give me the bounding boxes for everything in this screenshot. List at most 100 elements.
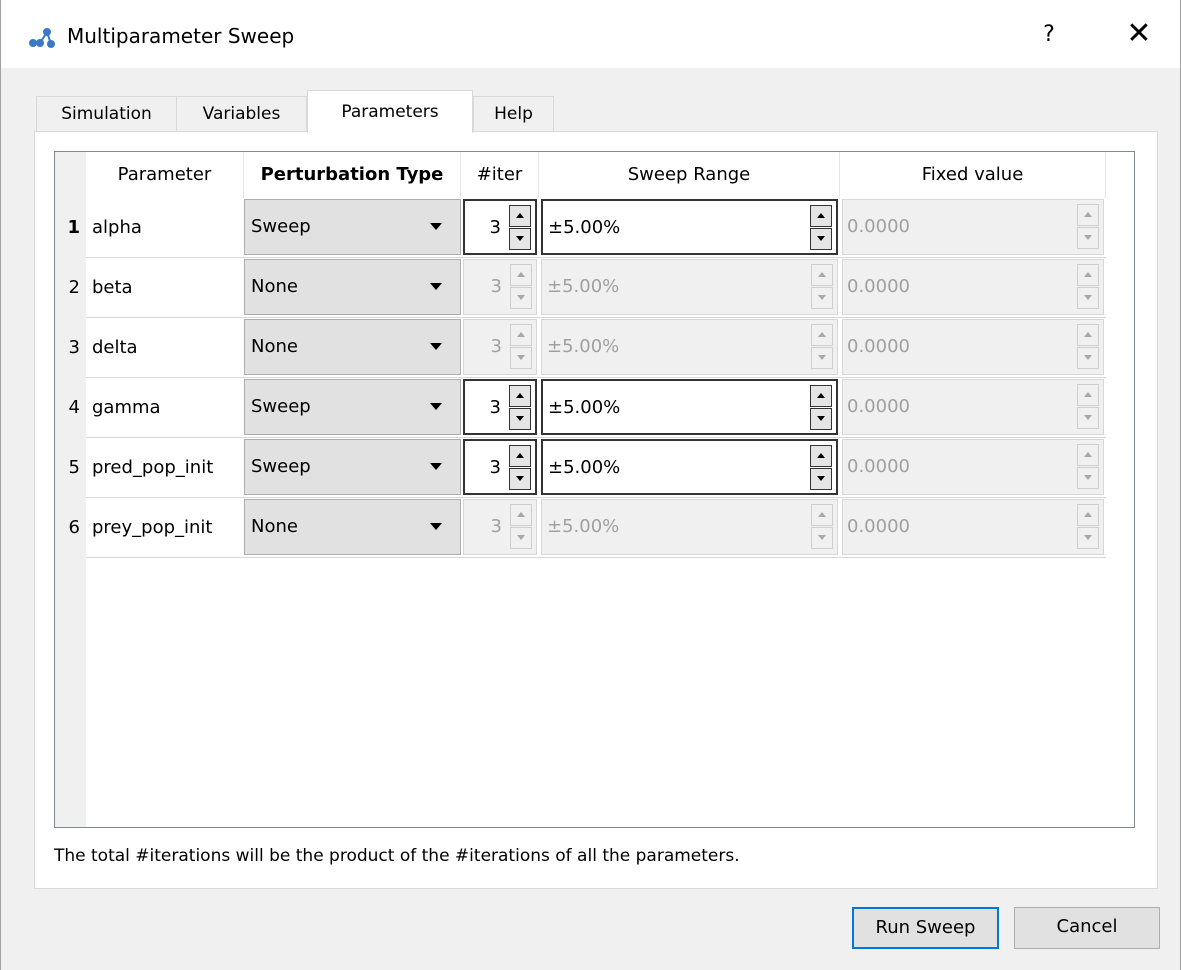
spin-up-button: [811, 504, 833, 526]
header-iter[interactable]: #iter: [461, 152, 539, 198]
parameter-name[interactable]: pred_pop_init: [86, 439, 244, 497]
parameter-name[interactable]: delta: [86, 319, 244, 377]
spin-up-button[interactable]: [509, 385, 531, 407]
fixed-value-spinbox: 0.0000: [842, 499, 1104, 555]
spin-buttons: [509, 445, 531, 491]
row-number[interactable]: 3: [55, 319, 86, 377]
spin-up-button: [1077, 444, 1099, 466]
spin-up-button: [510, 264, 532, 286]
dropdown-arrow-icon: [430, 523, 442, 530]
perturbation-type-select[interactable]: None: [244, 499, 461, 555]
iter-spinbox-value: 3: [489, 457, 501, 478]
iter-spinbox[interactable]: 3: [463, 199, 537, 255]
tab-help[interactable]: Help: [473, 96, 554, 132]
table-row: 6 prey_pop_init None 3 ±5.00% 0.0000: [55, 499, 1134, 557]
perturbation-type-value: Sweep: [251, 396, 311, 417]
parameter-name[interactable]: gamma: [86, 379, 244, 437]
spin-down-button: [1077, 467, 1099, 489]
sweep-range-spinbox[interactable]: ±5.00%: [541, 379, 838, 435]
header-perturbation-type[interactable]: Perturbation Type: [244, 152, 461, 198]
iter-spinbox[interactable]: 3: [463, 379, 537, 435]
header-fixed-value[interactable]: Fixed value: [840, 152, 1106, 198]
row-number[interactable]: 4: [55, 379, 86, 437]
table-row: 5 pred_pop_init Sweep 3 ±5.00% 0.0000: [55, 439, 1134, 497]
spin-up-button[interactable]: [810, 385, 832, 407]
spin-down-button[interactable]: [509, 468, 531, 490]
spin-up-button[interactable]: [509, 205, 531, 227]
spin-down-button: [510, 347, 532, 369]
arrow-up-icon: [1084, 332, 1092, 337]
fixed-value-spinbox-value: 0.0000: [847, 276, 910, 297]
fixed-value-spinbox-value: 0.0000: [847, 456, 910, 477]
arrow-up-icon: [1084, 452, 1092, 457]
arrow-up-icon: [517, 272, 525, 277]
arrow-down-icon: [817, 236, 825, 241]
spin-up-button[interactable]: [810, 445, 832, 467]
spin-down-button: [811, 287, 833, 309]
row-divider: [86, 317, 1106, 318]
dropdown-arrow-icon: [430, 283, 442, 290]
perturbation-type-value: Sweep: [251, 456, 311, 477]
iter-spinbox[interactable]: 3: [463, 439, 537, 495]
perturbation-type-select[interactable]: None: [244, 259, 461, 315]
perturbation-type-select[interactable]: Sweep: [244, 379, 461, 435]
cancel-button[interactable]: Cancel: [1014, 907, 1160, 949]
spin-down-button[interactable]: [810, 468, 832, 490]
spin-down-button[interactable]: [509, 408, 531, 430]
arrow-down-icon: [1084, 295, 1092, 300]
arrow-down-icon: [818, 355, 826, 360]
parameter-name[interactable]: prey_pop_init: [86, 499, 244, 557]
row-number[interactable]: 1: [55, 199, 86, 257]
iter-spinbox-value: 3: [489, 397, 501, 418]
spin-buttons: [509, 385, 531, 431]
row-number[interactable]: 5: [55, 439, 86, 497]
spin-buttons: [510, 504, 532, 550]
spin-up-button: [1077, 204, 1099, 226]
dropdown-arrow-icon: [430, 403, 442, 410]
arrow-down-icon: [817, 416, 825, 421]
arrow-up-icon: [1084, 512, 1092, 517]
help-button[interactable]: ?: [1037, 22, 1061, 47]
tab-parameters[interactable]: Parameters: [307, 90, 473, 133]
row-number[interactable]: 6: [55, 499, 86, 557]
arrow-down-icon: [516, 236, 524, 241]
arrow-up-icon: [818, 272, 826, 277]
fixed-value-spinbox: 0.0000: [842, 259, 1104, 315]
header-parameter[interactable]: Parameter: [86, 152, 244, 198]
spin-down-button[interactable]: [509, 228, 531, 250]
multiparameter-sweep-dialog: Multiparameter Sweep ? ✕ Simulation Vari…: [0, 0, 1181, 970]
arrow-down-icon: [1084, 475, 1092, 480]
spin-buttons: [810, 205, 832, 251]
parameter-name[interactable]: alpha: [86, 199, 244, 257]
parameter-name[interactable]: beta: [86, 259, 244, 317]
spin-up-button[interactable]: [810, 205, 832, 227]
spin-down-button: [1077, 347, 1099, 369]
sweep-range-spinbox: ±5.00%: [541, 259, 838, 315]
spin-buttons: [811, 264, 833, 310]
spin-down-button[interactable]: [810, 408, 832, 430]
perturbation-type-select[interactable]: None: [244, 319, 461, 375]
spin-down-button[interactable]: [810, 228, 832, 250]
arrow-up-icon: [517, 512, 525, 517]
iter-spinbox: 3: [463, 499, 537, 555]
row-number[interactable]: 2: [55, 259, 86, 317]
tab-variables[interactable]: Variables: [176, 96, 307, 132]
spin-up-button[interactable]: [509, 445, 531, 467]
close-button[interactable]: ✕: [1121, 16, 1157, 51]
run-sweep-button[interactable]: Run Sweep: [852, 907, 999, 949]
header-sweep-range[interactable]: Sweep Range: [539, 152, 840, 198]
spin-up-button: [1077, 504, 1099, 526]
perturbation-type-select[interactable]: Sweep: [244, 199, 461, 255]
arrow-up-icon: [817, 453, 825, 458]
arrow-down-icon: [516, 416, 524, 421]
fixed-value-spinbox-value: 0.0000: [847, 216, 910, 237]
tab-simulation[interactable]: Simulation: [36, 96, 177, 132]
sweep-range-spinbox[interactable]: ±5.00%: [541, 439, 838, 495]
spin-buttons: [810, 445, 832, 491]
spin-up-button: [1077, 324, 1099, 346]
spin-buttons: [811, 504, 833, 550]
perturbation-type-select[interactable]: Sweep: [244, 439, 461, 495]
dropdown-arrow-icon: [430, 223, 442, 230]
sweep-range-spinbox-value: ±5.00%: [547, 276, 620, 297]
sweep-range-spinbox[interactable]: ±5.00%: [541, 199, 838, 255]
